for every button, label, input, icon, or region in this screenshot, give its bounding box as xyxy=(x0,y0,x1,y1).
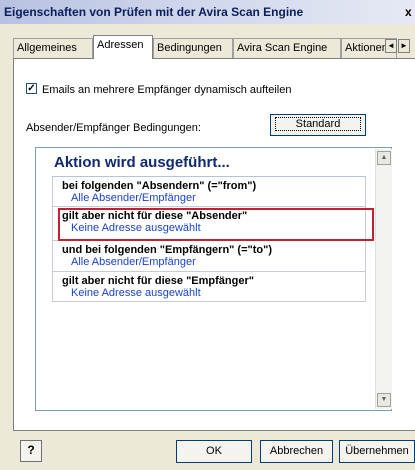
highlight-box xyxy=(58,208,374,241)
scroll-up-icon[interactable]: ▲ xyxy=(377,151,391,165)
tab-allgemeines[interactable]: Allgemeines xyxy=(13,38,93,58)
standard-button-label: Standard xyxy=(274,117,362,131)
tab-adressen[interactable]: Adressen xyxy=(93,35,153,59)
list-heading: Aktion wird ausgeführt... xyxy=(54,154,230,171)
conditions-label: Absender/Empfänger Bedingungen: xyxy=(26,122,201,134)
apply-button[interactable]: Übernehmen xyxy=(339,440,415,463)
ok-button[interactable]: OK xyxy=(176,440,252,463)
tab-scroll-right-icon[interactable]: ► xyxy=(398,39,410,53)
help-icon[interactable]: ? xyxy=(20,440,42,462)
close-icon[interactable]: x xyxy=(405,5,412,19)
title-bar[interactable]: Eigenschaften von Prüfen mit der Avira S… xyxy=(0,0,415,24)
condition-exclude-recipients[interactable]: gilt aber nicht für diese "Empfänger" Ke… xyxy=(52,272,366,302)
condition-to-recipients[interactable]: und bei folgenden "Empfängern" (="to") A… xyxy=(52,241,366,272)
condition-title: gilt aber nicht für diese "Empfänger" xyxy=(62,275,254,287)
scroll-down-icon[interactable]: ▼ xyxy=(377,393,391,407)
condition-value-link[interactable]: Alle Absender/Empfänger xyxy=(71,256,196,268)
window-title: Eigenschaften von Prüfen mit der Avira S… xyxy=(4,5,304,19)
split-recipients-label[interactable]: Emails an mehrere Empfänger dynamisch au… xyxy=(42,84,291,96)
split-recipients-checkbox[interactable]: ✓ xyxy=(26,83,37,94)
standard-button[interactable]: Standard xyxy=(270,114,366,136)
condition-value-link[interactable]: Keine Adresse ausgewählt xyxy=(71,287,201,299)
condition-title: bei folgenden "Absendern" (="from") xyxy=(62,180,257,192)
list-scrollbar[interactable]: ▲ ▼ xyxy=(375,149,392,409)
tab-bedingungen[interactable]: Bedingungen xyxy=(153,38,233,58)
tab-avira-scan-engine[interactable]: Avira Scan Engine xyxy=(233,38,341,58)
cancel-button[interactable]: Abbrechen xyxy=(260,440,333,463)
condition-from-senders[interactable]: bei folgenden "Absendern" (="from") Alle… xyxy=(52,177,366,207)
condition-value-link[interactable]: Alle Absender/Empfänger xyxy=(71,192,196,204)
condition-title: und bei folgenden "Empfängern" (="to") xyxy=(62,244,272,256)
conditions-list[interactable]: Aktion wird ausgeführt... bei folgenden … xyxy=(35,147,392,411)
tab-scroll-left-icon[interactable]: ◄ xyxy=(385,39,397,53)
properties-dialog: Eigenschaften von Prüfen mit der Avira S… xyxy=(0,0,415,470)
